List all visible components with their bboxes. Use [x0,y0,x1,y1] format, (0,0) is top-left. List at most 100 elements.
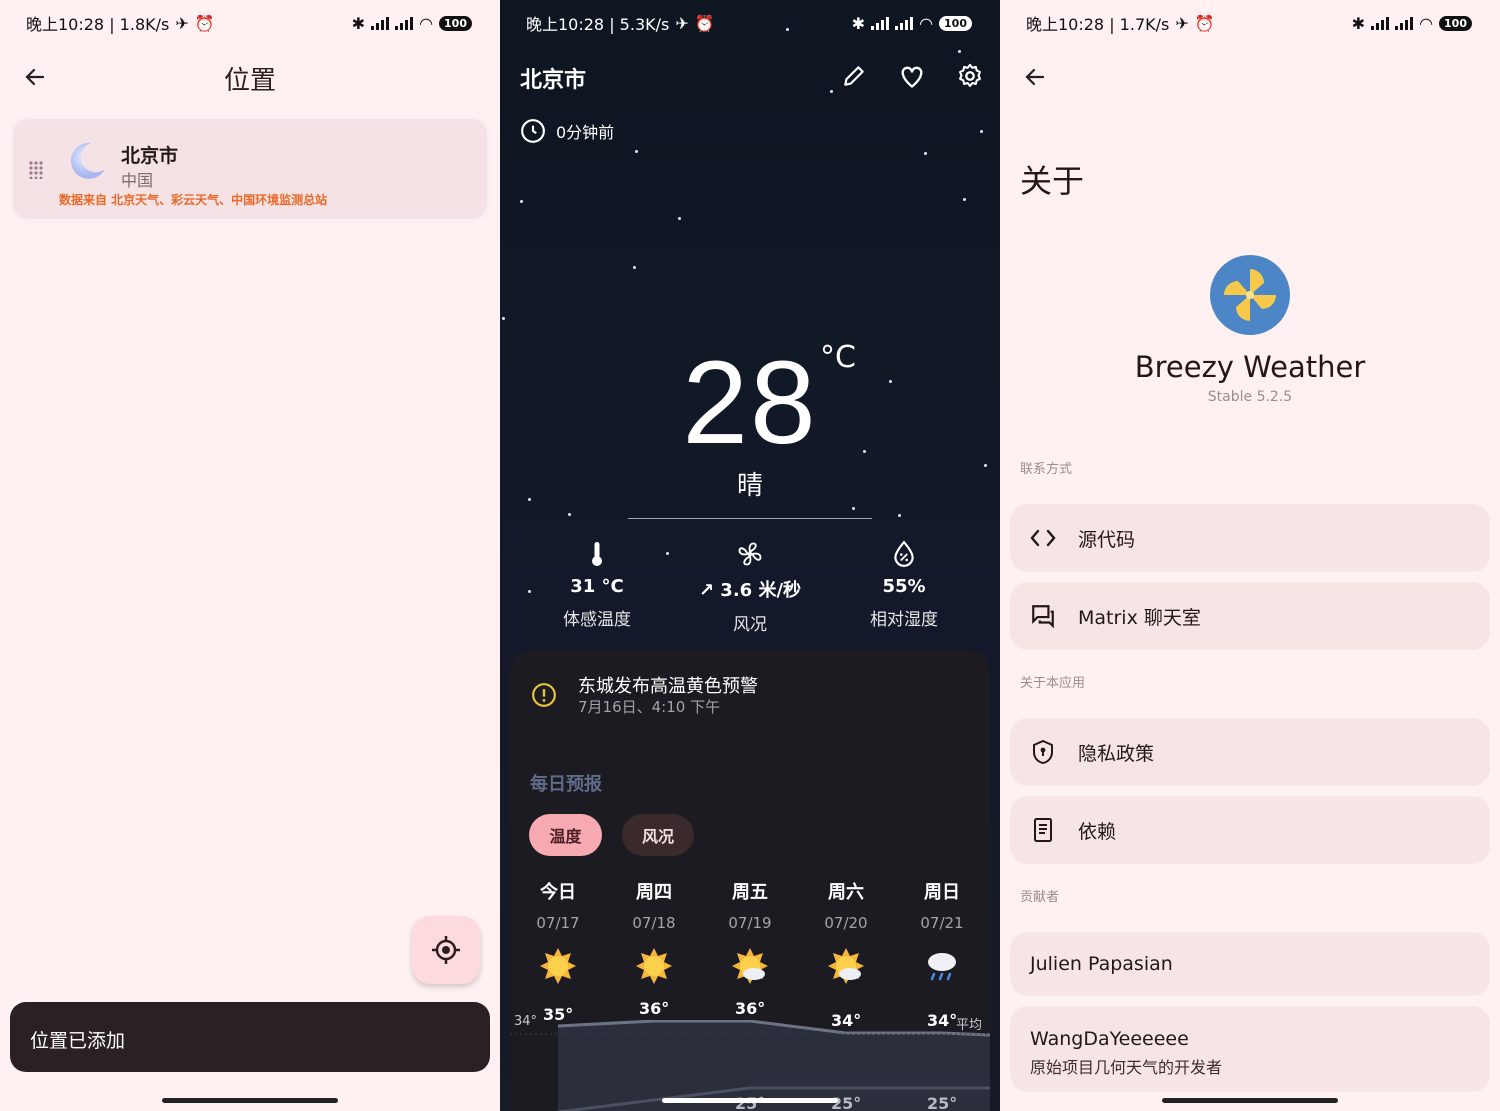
humidity-icon [894,540,914,567]
settings-gear-icon[interactable] [954,60,986,92]
city-title[interactable]: 北京市 [520,62,586,94]
contributor-item[interactable]: WangDaYeeeeee 原始项目几何天气的开发者 [1010,1006,1490,1092]
bluetooth-icon: ✱ [851,13,866,33]
day-date: 07/18 [632,914,676,932]
feels-like-value: 31 °C [570,576,624,597]
location-country: 中国 [121,171,154,190]
wind-stat: ↗ 3.6 米/秒 风况 [670,540,830,635]
app-name: Breezy Weather [1134,350,1366,384]
source-code-label: 源代码 [1078,528,1136,551]
current-location-fab[interactable] [412,916,480,984]
day-date: 07/17 [536,914,580,932]
updated-time: 0分钟前 [520,118,614,144]
rain-icon [894,946,990,986]
day-name: 周五 [732,882,768,903]
humidity-value: 55% [882,576,926,597]
edit-icon[interactable] [838,60,870,92]
bluetooth-icon: ✱ [351,13,366,33]
contributor-role: 原始项目几何天气的开发者 [1030,1058,1223,1077]
about-screen: 晚上10:28 | 1.7K/s ✈︎ ⏰ ✱ ◠ 100 关于 Breezy … [1000,0,1500,1111]
day-name: 周四 [636,882,672,903]
contributor-item[interactable]: Julien Papasian [1010,932,1490,996]
snackbar-text: 位置已添加 [30,1030,126,1052]
my-location-icon [432,936,460,964]
humidity-label: 相对湿度 [870,610,938,630]
day-column[interactable]: 周四 07/18 [606,878,702,986]
wind-value: ↗ 3.6 米/秒 [698,580,802,601]
snackbar: 位置已添加 [10,1002,490,1072]
section-about-app: 关于本应用 [1020,676,1086,691]
location-city: 北京市 [121,145,179,167]
back-arrow-icon[interactable] [1018,60,1052,94]
wifi-icon: ◠ [919,13,934,33]
alarm-icon: ⏰ [694,13,715,33]
day-column[interactable]: 今日 07/17 [510,878,606,986]
day-date: 07/20 [824,914,868,932]
locations-icon[interactable] [896,60,928,92]
signal-icon [371,16,390,30]
day-high: 36° [735,999,766,1018]
chip-temperature[interactable]: 温度 [529,814,602,856]
dependencies-item[interactable]: 依赖 [1010,796,1490,864]
chip-wind[interactable]: 风况 [622,814,694,856]
avg-label: 平均 [956,1018,983,1033]
matrix-item[interactable]: Matrix 聊天室 [1010,582,1490,650]
status-bar: 晚上10:28 | 1.7K/s ✈︎ ⏰ ✱ ◠ 100 [1026,8,1472,38]
battery-indicator: 100 [439,15,472,31]
signal-icon-2 [895,16,914,30]
chat-icon [1030,603,1056,629]
home-indicator[interactable] [162,1098,338,1103]
home-indicator[interactable] [662,1098,838,1103]
day-high: 34° [831,1011,862,1030]
alert-row[interactable]: 东城发布高温黄色预警 7月16日、4:10 下午 [510,650,990,730]
source-code-item[interactable]: 源代码 [1010,504,1490,572]
silent-icon: ✈︎ [675,13,689,33]
home-indicator[interactable] [1162,1098,1338,1103]
avg-left-label: 34° [514,1014,538,1029]
updated-text: 0分钟前 [556,123,615,142]
section-contact: 联系方式 [1020,462,1073,477]
book-icon [1030,817,1056,843]
temperature-unit: °C [820,340,856,375]
weather-screen: 晚上10:28 | 5.3K/s ✈︎ ⏰ ✱ ◠ 100 北京市 0分钟前 2… [500,0,1000,1111]
status-time: 晚上10:28 | 1.8K/s [26,15,170,34]
clock-icon [521,119,545,143]
day-low: 25° [927,1094,958,1111]
divider [628,518,872,519]
app-version: Stable 5.2.5 [1207,389,1293,405]
alarm-icon: ⏰ [1194,13,1215,33]
sun-icon [606,946,702,986]
alarm-icon: ⏰ [194,13,215,33]
location-card[interactable]: 北京市 中国 数据来自 北京天气、彩云天气、中国环境监测总站 [10,116,490,222]
status-time: 晚上10:28 | 1.7K/s [1026,15,1170,34]
day-column[interactable]: 周五 07/19 [702,878,798,986]
location-source: 数据来自 北京天气、彩云天气、中国环境监测总站 [59,193,328,207]
page-title: 关于 [1020,162,1085,200]
day-date: 07/21 [920,914,964,932]
day-high: 34° [927,1011,958,1030]
wifi-icon: ◠ [419,13,434,33]
day-high: 36° [639,999,670,1018]
contributor-name: Julien Papasian [1030,953,1173,975]
day-name: 周六 [828,882,864,903]
drag-handle-icon[interactable] [29,161,43,180]
contributor-name: WangDaYeeeeee [1030,1028,1189,1050]
forecast-card: 东城发布高温黄色预警 7月16日、4:10 下午 每日预报 温度 风况 今日 0… [510,650,990,1111]
dependencies-label: 依赖 [1078,820,1117,843]
locations-screen: 晚上10:28 | 1.8K/s ✈︎ ⏰ ✱ ◠ 100 位置 北京市 中国 … [0,0,500,1111]
matrix-label: Matrix 聊天室 [1078,606,1201,629]
app-logo [1210,255,1290,335]
privacy-label: 隐私政策 [1078,742,1155,765]
partly-cloudy-icon [702,946,798,986]
current-temperature: 28 [682,337,818,469]
privacy-item[interactable]: 隐私政策 [1010,718,1490,786]
silent-icon: ✈︎ [175,13,189,33]
day-name: 今日 [540,882,576,903]
day-column[interactable]: 周日 07/21 [894,878,990,986]
feels-like-stat: 31 °C 体感温度 [517,540,677,630]
alert-time: 7月16日、4:10 下午 [578,698,721,716]
day-column[interactable]: 周六 07/20 [798,878,894,986]
wifi-icon: ◠ [1419,13,1434,33]
shield-icon [1030,739,1056,765]
status-time: 晚上10:28 | 5.3K/s [526,15,670,34]
